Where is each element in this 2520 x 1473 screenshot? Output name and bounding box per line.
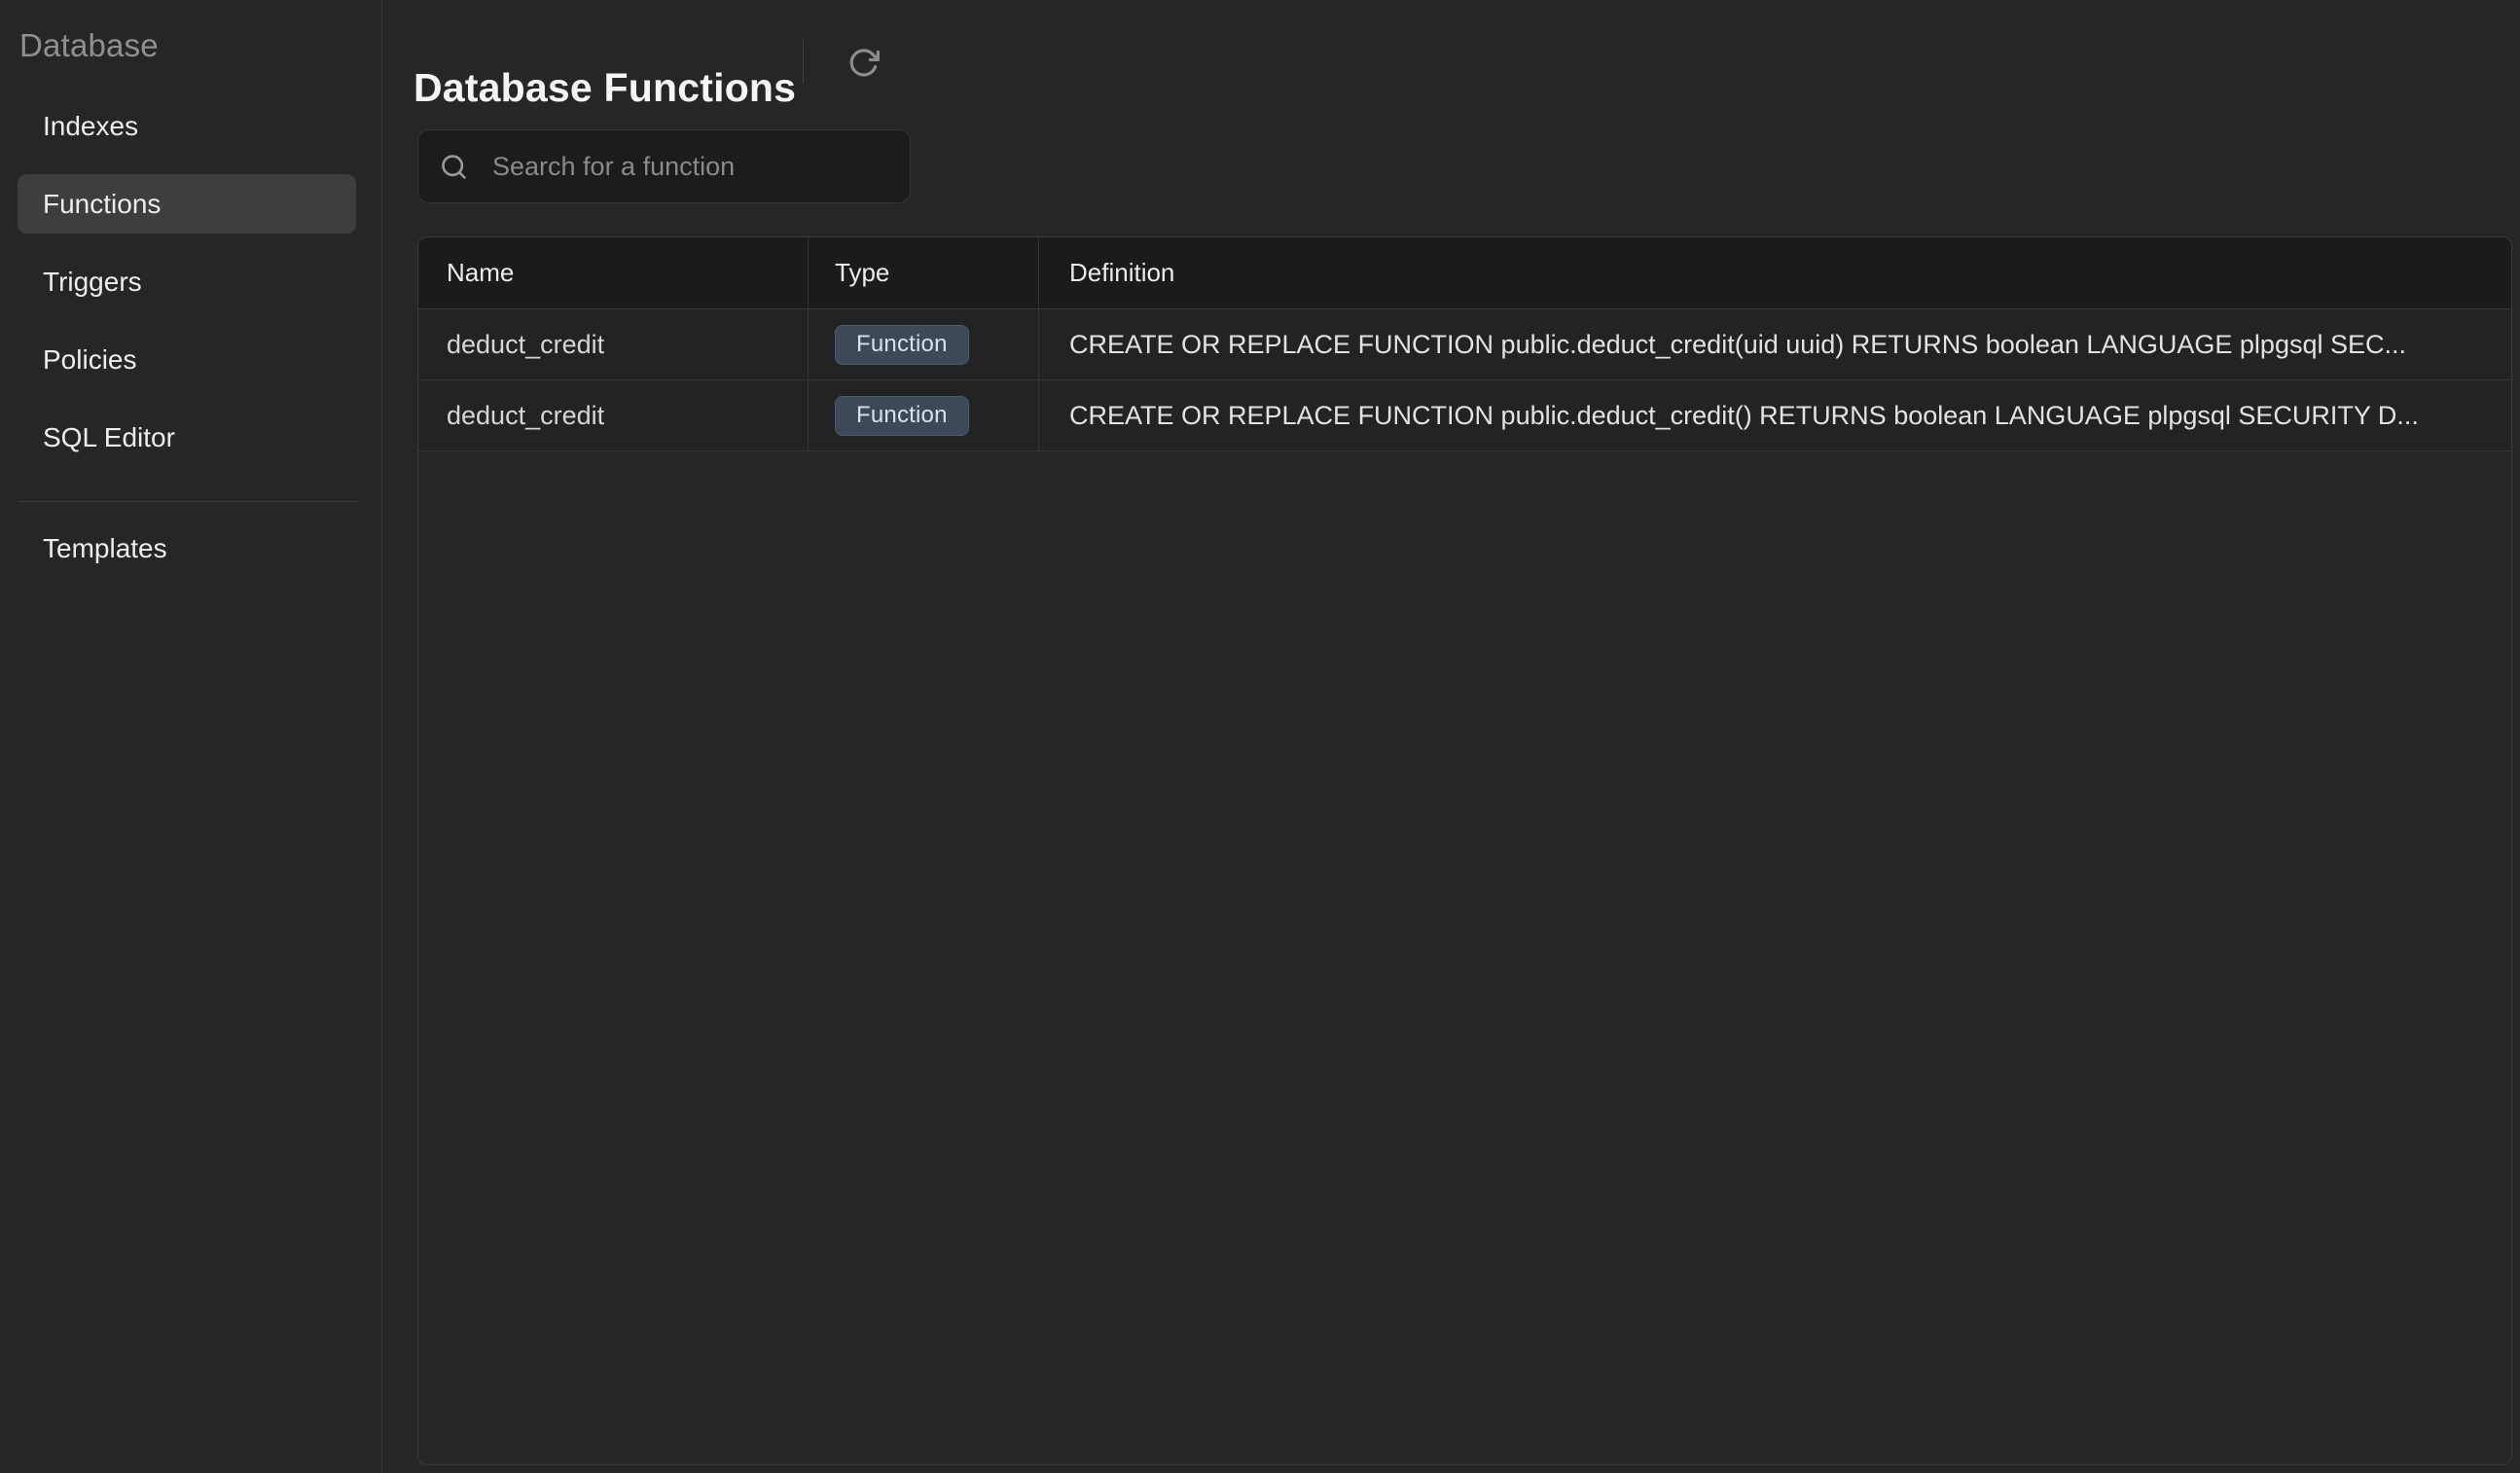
sidebar-item-policies[interactable]: Policies [18, 330, 356, 389]
functions-table: Name Type Definition deduct_credit Funct… [417, 236, 2512, 1465]
function-name-cell: deduct_credit [418, 309, 808, 379]
page-title: Database Functions [414, 64, 796, 111]
table-row[interactable]: deduct_credit Function CREATE OR REPLACE… [418, 309, 2511, 380]
sidebar-item-label: Triggers [43, 267, 142, 298]
sidebar-item-label: Functions [43, 189, 161, 220]
search-input[interactable] [490, 151, 894, 183]
sidebar-item-sql-editor[interactable]: SQL Editor [18, 408, 356, 467]
sidebar-item-templates[interactable]: Templates [18, 519, 356, 578]
function-search-box [417, 129, 911, 203]
function-type-cell: Function [808, 380, 1038, 450]
column-header-definition: Definition [1038, 237, 2511, 308]
sidebar-item-label: Templates [43, 533, 167, 564]
sidebar-item-functions[interactable]: Functions [18, 174, 356, 234]
function-type-cell: Function [808, 309, 1038, 379]
table-row[interactable]: deduct_credit Function CREATE OR REPLACE… [418, 380, 2511, 451]
refresh-icon [846, 46, 881, 80]
sidebar-item-indexes[interactable]: Indexes [18, 96, 356, 156]
sidebar-divider [18, 501, 357, 502]
function-definition-cell: CREATE OR REPLACE FUNCTION public.deduct… [1038, 309, 2511, 379]
column-header-type: Type [808, 237, 1038, 308]
function-type-badge: Function [835, 396, 969, 436]
sidebar-item-triggers[interactable]: Triggers [18, 252, 356, 311]
function-definition-cell: CREATE OR REPLACE FUNCTION public.deduct… [1038, 380, 2511, 450]
sidebar-item-label: SQL Editor [43, 422, 175, 453]
function-name-cell: deduct_credit [418, 380, 808, 450]
column-header-name: Name [418, 237, 808, 308]
title-separator [803, 40, 804, 84]
sidebar-nav: Indexes Functions Triggers Policies SQL … [0, 96, 381, 578]
table-header-row: Name Type Definition [418, 237, 2511, 309]
sidebar-title: Database [19, 27, 381, 64]
database-sidebar: Database Indexes Functions Triggers Poli… [0, 0, 382, 1473]
sidebar-item-label: Indexes [43, 111, 138, 142]
sidebar-item-label: Policies [43, 344, 136, 376]
function-type-badge: Function [835, 325, 969, 365]
search-icon [439, 152, 469, 182]
refresh-button[interactable] [840, 39, 886, 86]
